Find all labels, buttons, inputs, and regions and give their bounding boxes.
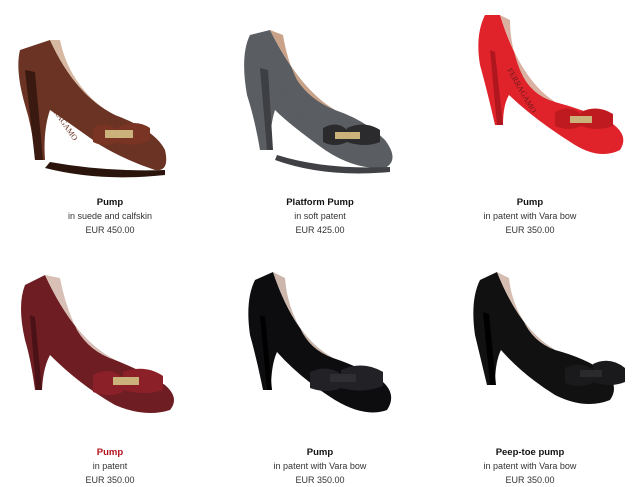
product-name[interactable]: Pump <box>5 196 215 209</box>
product-price: EUR 350.00 <box>505 475 555 485</box>
product-image-red-pump[interactable]: FERRAGAMO <box>425 10 635 190</box>
product-image-black-pump[interactable]: FERRAGAMO <box>215 260 425 440</box>
product-image-platform-pump[interactable]: FERRAGAMO <box>215 10 425 190</box>
product-price: EUR 350.00 <box>295 475 345 485</box>
product-price: EUR 350.00 <box>505 225 555 235</box>
product-card[interactable]: FERRAGAMO Platform Pump in soft patent E… <box>215 10 425 237</box>
product-description: in patent with Vara bow <box>483 211 577 221</box>
product-name[interactable]: Pump <box>425 196 635 209</box>
product-card[interactable]: FERRAGAMO Pump in suede and calfskin EUR… <box>5 10 215 237</box>
product-card[interactable]: FERRAGAMO Peep-toe pump in patent with V… <box>425 260 635 487</box>
product-name[interactable]: Peep-toe pump <box>425 446 635 459</box>
product-card[interactable]: FERRAGAMO Pump in patent EUR 350.00 <box>5 260 215 487</box>
product-description: in patent with Vara bow <box>273 461 367 471</box>
product-name[interactable]: Pump <box>5 446 215 459</box>
product-image-peep-toe-pump[interactable]: FERRAGAMO <box>425 260 635 440</box>
product-price: EUR 450.00 <box>85 225 135 235</box>
product-grid: FERRAGAMO Pump in suede and calfskin EUR… <box>0 0 640 485</box>
product-image-suede-pump[interactable]: FERRAGAMO <box>5 10 215 190</box>
product-card[interactable]: FERRAGAMO Pump in patent with Vara bow E… <box>425 10 635 237</box>
product-name[interactable]: Pump <box>215 446 425 459</box>
product-description: in suede and calfskin <box>67 211 153 221</box>
product-price: EUR 350.00 <box>85 475 135 485</box>
product-description: in soft patent <box>294 211 346 221</box>
product-price: EUR 425.00 <box>295 225 345 235</box>
product-image-burgundy-pump[interactable]: FERRAGAMO <box>5 260 215 440</box>
product-name[interactable]: Platform Pump <box>215 196 425 209</box>
product-card[interactable]: FERRAGAMO Pump in patent with Vara bow E… <box>215 260 425 487</box>
product-description: in patent with Vara bow <box>483 461 577 471</box>
product-description: in patent <box>92 461 128 471</box>
